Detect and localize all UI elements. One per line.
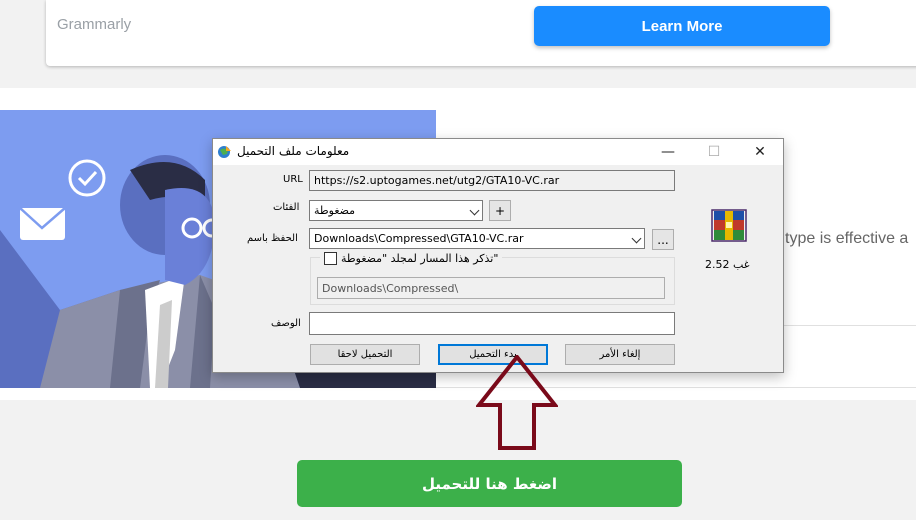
- close-button[interactable]: ✕: [737, 139, 783, 165]
- save-as-label: الحفظ باسم: [247, 233, 298, 244]
- remember-path-caption[interactable]: تذكر هذا المسار لمجلد "مضغوطة": [320, 252, 503, 265]
- learn-more-button[interactable]: Learn More: [534, 6, 830, 46]
- category-select[interactable]: مضغوطة: [309, 200, 483, 221]
- titlebar: معلومات ملف التحميل — ☐ ✕: [213, 139, 783, 165]
- file-size: 2.52 غب: [705, 258, 750, 271]
- description-field[interactable]: [309, 312, 675, 335]
- maximize-button[interactable]: ☐: [691, 139, 737, 165]
- download-here-button[interactable]: اضغط هنا للتحميل: [297, 460, 682, 507]
- winrar-archive-icon: [711, 209, 747, 242]
- chevron-down-icon: [469, 205, 480, 216]
- partial-text: type is effective a: [785, 230, 909, 247]
- category-value: مضغوطة: [314, 204, 356, 217]
- description-label: الوصف: [271, 318, 301, 329]
- download-later-button[interactable]: التحميل لاحقا: [310, 344, 420, 365]
- dialog-title: معلومات ملف التحميل: [237, 144, 350, 158]
- url-label: URL: [283, 174, 303, 185]
- url-field[interactable]: https://s2.uptogames.net/utg2/GTA10-VC.r…: [309, 170, 675, 191]
- remember-path-label: تذكر هذا المسار لمجلد "مضغوطة": [341, 252, 499, 265]
- chevron-down-icon: [631, 233, 642, 244]
- pointer-arrow-icon: [476, 355, 558, 450]
- remember-path-checkbox[interactable]: [324, 252, 337, 265]
- minimize-button[interactable]: —: [645, 139, 691, 165]
- save-as-select[interactable]: Downloads\Compressed\GTA10-VC.rar: [309, 228, 645, 249]
- download-file-info-dialog: معلومات ملف التحميل — ☐ ✕ URL https://s2…: [212, 138, 784, 373]
- idm-globe-icon: [218, 146, 231, 158]
- folder-path-field[interactable]: Downloads\Compressed\: [317, 277, 665, 299]
- browse-button[interactable]: ...: [652, 229, 674, 250]
- save-as-value: Downloads\Compressed\GTA10-VC.rar: [314, 232, 524, 245]
- add-category-button[interactable]: +: [489, 200, 511, 221]
- cancel-button[interactable]: إلغاء الأمر: [565, 344, 675, 365]
- ad-brand: Grammarly: [57, 16, 132, 33]
- category-label: الفئات: [273, 202, 300, 213]
